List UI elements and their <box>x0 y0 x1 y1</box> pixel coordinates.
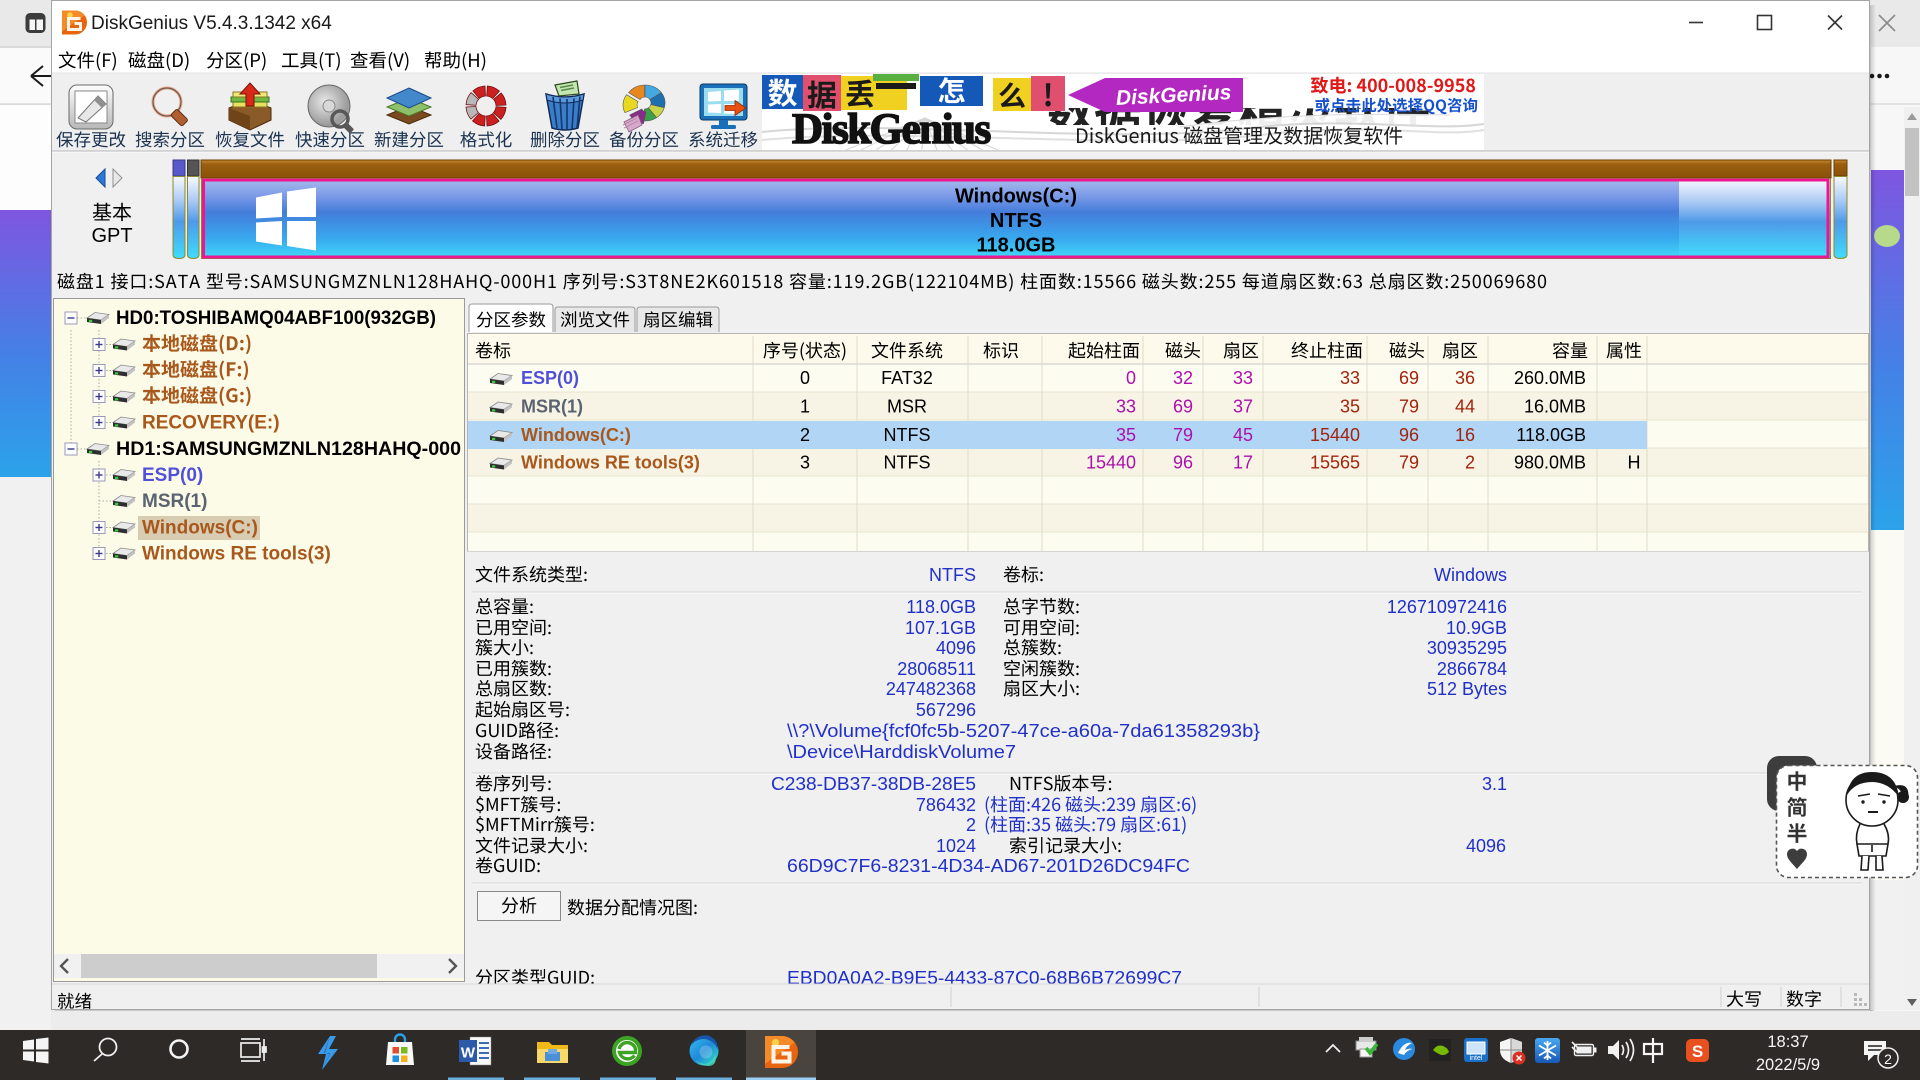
svg-text:\Device\HarddiskVolume7: \Device\HarddiskVolume7 <box>787 742 1016 762</box>
svg-text:37: 37 <box>1233 397 1253 417</box>
svg-text:MSR: MSR <box>887 397 927 417</box>
svg-text:C238-DB37-38DB-28E5: C238-DB37-38DB-28E5 <box>771 774 976 794</box>
svg-text:0: 0 <box>800 368 810 388</box>
svg-text:30935295: 30935295 <box>1427 638 1507 658</box>
svg-text:28068511: 28068511 <box>897 659 976 679</box>
svg-text:1: 1 <box>800 397 810 417</box>
svg-text:RECOVERY(E:): RECOVERY(E:) <box>142 412 280 433</box>
svg-text:NTFS: NTFS <box>929 565 976 585</box>
svg-text:ESP(0): ESP(0) <box>142 465 203 486</box>
svg-text:118.0GB: 118.0GB <box>906 597 976 617</box>
svg-text:Windows RE tools(3): Windows RE tools(3) <box>521 453 700 473</box>
svg-text:2: 2 <box>1465 453 1475 473</box>
svg-text:69: 69 <box>1399 368 1419 388</box>
svg-text:32: 32 <box>1173 368 1193 388</box>
svg-text:118.0GB: 118.0GB <box>1516 425 1586 445</box>
svg-text:NTFS: NTFS <box>884 425 931 445</box>
svg-text:Windows: Windows <box>1434 565 1507 585</box>
svg-text:1024: 1024 <box>936 836 976 856</box>
svg-text:intel: intel <box>1470 1055 1483 1062</box>
svg-text:DiskGenius: DiskGenius <box>792 106 990 153</box>
svg-text:79: 79 <box>1399 453 1419 473</box>
svg-text:2022/5/9: 2022/5/9 <box>1756 1056 1820 1074</box>
svg-text:126710972416: 126710972416 <box>1387 597 1507 617</box>
svg-text:Windows(C:): Windows(C:) <box>955 186 1077 208</box>
svg-text:HD0:TOSHIBAMQ04ABF100(932GB): HD0:TOSHIBAMQ04ABF100(932GB) <box>116 308 436 329</box>
svg-text:33: 33 <box>1233 368 1253 388</box>
svg-text:MSR(1): MSR(1) <box>521 397 583 417</box>
svg-text:96: 96 <box>1173 453 1193 473</box>
svg-text:980.0MB: 980.0MB <box>1514 453 1586 473</box>
svg-text:247482368: 247482368 <box>886 679 976 699</box>
svg-text:66D9C7F6-8231-4D34-AD67-201D26: 66D9C7F6-8231-4D34-AD67-201D26DC94FC <box>787 856 1190 876</box>
svg-text:HD1:SAMSUNGMZNLN128HAHQ-000: HD1:SAMSUNGMZNLN128HAHQ-000 <box>116 439 461 460</box>
svg-text:45: 45 <box>1233 425 1253 445</box>
svg-text:79: 79 <box>1399 397 1419 417</box>
svg-text:10.9GB: 10.9GB <box>1446 618 1507 638</box>
svg-text:3.1: 3.1 <box>1482 774 1507 794</box>
svg-text:17: 17 <box>1233 453 1253 473</box>
svg-text:69: 69 <box>1173 397 1193 417</box>
svg-text:2866784: 2866784 <box>1437 659 1507 679</box>
svg-text:36: 36 <box>1455 368 1475 388</box>
svg-text:15440: 15440 <box>1086 453 1136 473</box>
svg-text:44: 44 <box>1455 397 1475 417</box>
svg-text:Windows(C:): Windows(C:) <box>521 425 631 445</box>
svg-text:3: 3 <box>800 453 810 473</box>
svg-text:15565: 15565 <box>1310 453 1360 473</box>
svg-text:15440: 15440 <box>1310 425 1360 445</box>
svg-text:260.0MB: 260.0MB <box>1514 368 1586 388</box>
svg-text:118.0GB: 118.0GB <box>977 235 1056 257</box>
svg-text:4096: 4096 <box>936 638 976 658</box>
svg-text:2: 2 <box>1884 1051 1892 1067</box>
svg-text:Windows RE tools(3): Windows RE tools(3) <box>142 543 331 564</box>
svg-text:16.0MB: 16.0MB <box>1524 397 1586 417</box>
svg-text:2: 2 <box>966 815 976 835</box>
svg-text:33: 33 <box>1340 368 1360 388</box>
svg-text:GPT: GPT <box>91 225 132 247</box>
svg-text:FAT32: FAT32 <box>881 368 933 388</box>
svg-text:18:37: 18:37 <box>1767 1033 1808 1051</box>
svg-text:567296: 567296 <box>916 700 976 720</box>
svg-text:Windows(C:): Windows(C:) <box>142 517 258 538</box>
svg-text:W: W <box>461 1045 476 1062</box>
svg-text:16: 16 <box>1455 425 1475 445</box>
svg-text:107.1GB: 107.1GB <box>905 618 976 638</box>
svg-text:96: 96 <box>1399 425 1419 445</box>
svg-text:S: S <box>1692 1042 1703 1061</box>
svg-text:79: 79 <box>1173 425 1193 445</box>
svg-text:33: 33 <box>1116 397 1136 417</box>
svg-text:NTFS: NTFS <box>990 210 1042 232</box>
svg-text:DiskGenius V5.4.3.1342 x64: DiskGenius V5.4.3.1342 x64 <box>91 13 332 34</box>
svg-text:NTFS: NTFS <box>884 453 931 473</box>
svg-text:786432: 786432 <box>916 795 976 815</box>
svg-text:MSR(1): MSR(1) <box>142 491 207 512</box>
svg-text:35: 35 <box>1340 397 1360 417</box>
svg-text:512 Bytes: 512 Bytes <box>1427 679 1507 699</box>
svg-text:35: 35 <box>1116 425 1136 445</box>
svg-text:2: 2 <box>800 425 810 445</box>
svg-text:\\?\Volume{fcf0fc5b-5207-47ce-: \\?\Volume{fcf0fc5b-5207-47ce-a60a-7da61… <box>787 721 1260 741</box>
svg-text:0: 0 <box>1126 368 1136 388</box>
svg-text:4096: 4096 <box>1466 836 1506 856</box>
svg-text:ESP(0): ESP(0) <box>521 368 579 388</box>
svg-text:H: H <box>1628 453 1641 473</box>
